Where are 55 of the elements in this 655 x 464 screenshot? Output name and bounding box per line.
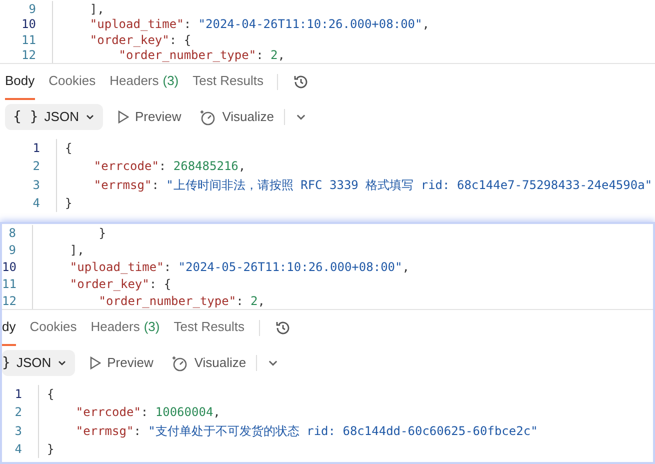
code-line: ], <box>68 242 84 260</box>
visualize-button[interactable]: Visualize <box>195 104 278 130</box>
visualize-button[interactable]: Visualize <box>167 350 250 376</box>
code-line: } <box>98 225 106 242</box>
code-line: "order_number_type": 2, <box>118 47 285 64</box>
code-line: "errmsg": "上传时间非法，请按照 RFC 3339 格式填写 rid: 68c144e7-75298433-24e4590a" <box>92 176 652 194</box>
history-icon[interactable] <box>274 319 292 337</box>
line-number: 10 <box>20 16 36 34</box>
response-tab[interactable]: dy <box>2 310 16 346</box>
code-line: "order_key": { <box>88 32 192 49</box>
line-number: 8 <box>8 225 16 242</box>
line-number: 12 <box>2 292 16 310</box>
line-number: 4 <box>32 195 40 212</box>
line-number: 4 <box>14 441 22 458</box>
format-dropdown[interactable]: { } JSON <box>5 104 103 130</box>
preview-button[interactable]: Preview <box>108 104 190 130</box>
response-tab[interactable]: Cookies <box>30 310 77 346</box>
line-number: 3 <box>32 176 40 194</box>
line-number: 9 <box>28 0 36 18</box>
code-line: ], <box>88 0 104 18</box>
sparkle-gauge-icon <box>171 354 188 372</box>
sparkle-gauge-icon <box>199 108 216 126</box>
format-dropdown[interactable]: } JSON <box>2 350 76 376</box>
response-tab[interactable]: Body <box>5 64 35 100</box>
play-icon <box>89 356 102 370</box>
response-tab[interactable]: Headers (3) <box>110 64 179 100</box>
line-number: 10 <box>2 259 16 276</box>
preview-button[interactable]: Preview <box>81 350 162 376</box>
response-tab[interactable]: Cookies <box>48 64 96 100</box>
response-tab[interactable]: Headers (3) <box>90 310 160 346</box>
line-number: 3 <box>14 422 22 440</box>
line-number: 1 <box>14 386 22 404</box>
response-tab[interactable]: Test Results <box>192 64 264 100</box>
response-tab[interactable]: Test Results <box>174 310 245 346</box>
code-line: "errmsg": "支付单处于不可发货的状态 rid: 68c144dd-60c60625-60fbce2c" <box>74 422 538 440</box>
line-number: 1 <box>32 140 40 158</box>
code-line: { <box>65 140 72 158</box>
chevron-down-icon <box>84 112 95 122</box>
chevron-down-icon <box>57 358 68 368</box>
code-line: "upload_time": "2024-05-26T11:10:26.000+08:00", <box>68 259 410 276</box>
code-line: "errcode": 268485216, <box>92 158 246 176</box>
line-number: 9 <box>8 242 16 260</box>
code-line: "errcode": 10060004, <box>74 404 220 422</box>
line-number: 11 <box>20 32 36 49</box>
line-number: 2 <box>32 158 40 176</box>
code-line: "order_number_type": 2, <box>98 292 265 310</box>
play-icon <box>116 110 129 124</box>
line-number: 12 <box>20 47 36 64</box>
code-line: } <box>65 195 72 212</box>
code-line: { <box>47 386 54 404</box>
code-line: } <box>47 441 54 458</box>
line-number: 2 <box>14 404 22 422</box>
code-line: "order_key": { <box>68 276 172 293</box>
line-number: 11 <box>2 276 16 293</box>
code-line: "upload_time": "2024-04-26T11:10:26.000+08:00", <box>88 16 430 34</box>
